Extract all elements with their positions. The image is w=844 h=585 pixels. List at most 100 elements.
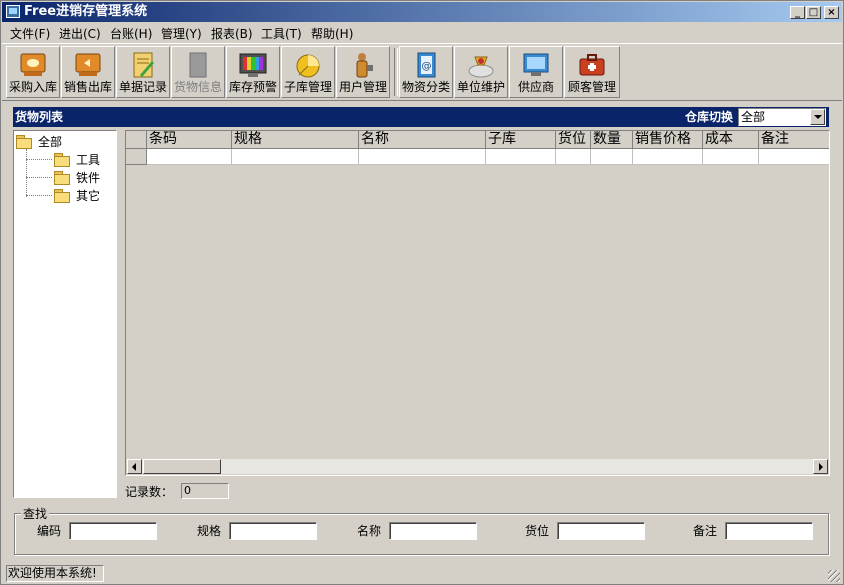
customer-button[interactable]: 顾客管理 bbox=[564, 46, 620, 98]
goods-info-button[interactable]: 货物信息 bbox=[171, 46, 225, 98]
sub-warehouse-icon bbox=[296, 54, 320, 78]
column-header-location[interactable]: 货位 bbox=[556, 131, 591, 149]
search-group-title: 查找 bbox=[21, 505, 50, 522]
spec-input[interactable] bbox=[229, 522, 317, 540]
scroll-left-button[interactable] bbox=[127, 459, 142, 474]
category-label: 物资分类 bbox=[401, 80, 450, 94]
documents-icon bbox=[133, 52, 154, 78]
table-cell[interactable] bbox=[703, 149, 759, 165]
goods-list-title: 货物列表 bbox=[15, 110, 64, 124]
app-icon[interactable] bbox=[6, 5, 20, 18]
close-button[interactable]: × bbox=[824, 6, 839, 19]
goods-grid[interactable]: 条码 规格 名称 子库 货位 数量 销售价格 成本 备注 bbox=[125, 130, 830, 476]
menu-help[interactable]: 帮助(H) bbox=[311, 25, 353, 42]
status-text: 欢迎使用本系统! bbox=[6, 565, 104, 582]
category-button[interactable]: @ 物资分类 bbox=[399, 46, 453, 98]
maximize-button[interactable]: □ bbox=[806, 6, 821, 19]
menu-ledger[interactable]: 台账(H) bbox=[110, 25, 152, 42]
unit-icon bbox=[468, 56, 494, 78]
column-header-barcode[interactable]: 条码 bbox=[147, 131, 232, 149]
table-cell[interactable] bbox=[232, 149, 359, 165]
sub-warehouse-label: 子库管理 bbox=[283, 80, 332, 94]
table-cell[interactable] bbox=[633, 149, 703, 165]
remark-input[interactable] bbox=[725, 522, 813, 540]
menu-report[interactable]: 报表(B) bbox=[211, 25, 253, 42]
column-header-name[interactable]: 名称 bbox=[359, 131, 486, 149]
folder-icon bbox=[54, 189, 70, 203]
user-admin-label: 用户管理 bbox=[338, 80, 387, 94]
tree-node-root[interactable]: 全部 bbox=[16, 134, 96, 150]
arrow-right-icon bbox=[819, 463, 823, 471]
folder-icon bbox=[54, 171, 70, 185]
purchase-in-label: 采购入库 bbox=[8, 80, 57, 94]
tree-node-tools[interactable]: 工具 bbox=[54, 152, 114, 168]
tree-node-label: 铁件 bbox=[76, 171, 101, 185]
column-header-price[interactable]: 销售价格 bbox=[633, 131, 703, 149]
goods-info-label: 货物信息 bbox=[173, 80, 222, 94]
table-cell[interactable] bbox=[591, 149, 633, 165]
record-count-value: 0 bbox=[181, 483, 229, 499]
purchase-in-button[interactable]: 采购入库 bbox=[6, 46, 60, 98]
user-admin-button[interactable]: 用户管理 bbox=[336, 46, 390, 98]
sales-out-icon bbox=[75, 53, 101, 76]
column-header-subwarehouse[interactable]: 子库 bbox=[486, 131, 556, 149]
column-header-quantity[interactable]: 数量 bbox=[591, 131, 633, 149]
svg-text:@: @ bbox=[422, 61, 432, 72]
column-header-spec[interactable]: 规格 bbox=[232, 131, 359, 149]
sales-out-button[interactable]: 销售出库 bbox=[61, 46, 115, 98]
sub-warehouse-button[interactable]: 子库管理 bbox=[281, 46, 335, 98]
stock-alert-button[interactable]: 库存预警 bbox=[226, 46, 280, 98]
stock-alert-label: 库存预警 bbox=[228, 80, 277, 94]
table-cell[interactable] bbox=[486, 149, 556, 165]
location-input[interactable] bbox=[557, 522, 645, 540]
customer-icon bbox=[579, 54, 605, 76]
horizontal-scrollbar[interactable] bbox=[127, 459, 828, 474]
supplier-icon bbox=[523, 53, 549, 76]
main-window: Free进销存管理系统 _ □ × 文件(F) 进出(C) 台账(H) 管理(Y… bbox=[0, 0, 844, 585]
goods-list-header: 货物列表 仓库切换 bbox=[13, 107, 829, 127]
tree-node-label: 其它 bbox=[76, 189, 101, 203]
status-bar: 欢迎使用本系统! bbox=[2, 564, 842, 584]
tree-node-other[interactable]: 其它 bbox=[54, 188, 114, 204]
code-label: 编码 bbox=[37, 524, 62, 538]
table-cell[interactable] bbox=[359, 149, 486, 165]
name-input[interactable] bbox=[389, 522, 477, 540]
chevron-down-icon[interactable] bbox=[810, 109, 825, 125]
scroll-right-button[interactable] bbox=[813, 459, 828, 474]
category-icon: @ bbox=[417, 52, 436, 78]
warehouse-select[interactable]: 全部 bbox=[738, 108, 826, 126]
remark-label: 备注 bbox=[693, 524, 718, 538]
code-input[interactable] bbox=[69, 522, 157, 540]
tree-line bbox=[26, 177, 52, 178]
column-header-cost[interactable]: 成本 bbox=[703, 131, 759, 149]
documents-button[interactable]: 单据记录 bbox=[116, 46, 170, 98]
folder-icon bbox=[54, 153, 70, 167]
table-cell[interactable] bbox=[556, 149, 591, 165]
tree-line bbox=[26, 159, 52, 160]
column-header-remark[interactable]: 备注 bbox=[759, 131, 829, 149]
supplier-button[interactable]: 供应商 bbox=[509, 46, 563, 98]
resize-grip-icon[interactable] bbox=[828, 570, 840, 582]
menu-file[interactable]: 文件(F) bbox=[10, 25, 50, 42]
toolbar-separator bbox=[394, 48, 398, 96]
title-bar[interactable]: Free进销存管理系统 _ □ × bbox=[2, 2, 842, 22]
minimize-button[interactable]: _ bbox=[790, 6, 805, 19]
tree-line bbox=[26, 149, 27, 197]
arrow-left-icon bbox=[132, 463, 136, 471]
table-cell[interactable] bbox=[147, 149, 232, 165]
customer-label: 顾客管理 bbox=[567, 80, 616, 94]
menu-manage[interactable]: 管理(Y) bbox=[161, 25, 202, 42]
sales-out-label: 销售出库 bbox=[63, 80, 112, 94]
table-cell[interactable] bbox=[759, 149, 829, 165]
scroll-thumb[interactable] bbox=[143, 459, 221, 474]
category-tree[interactable]: 全部 工具 铁件 其它 bbox=[13, 130, 117, 498]
unit-button[interactable]: 单位维护 bbox=[454, 46, 508, 98]
tree-node-iron[interactable]: 铁件 bbox=[54, 170, 114, 186]
record-count-label: 记录数： bbox=[125, 485, 174, 499]
row-header[interactable] bbox=[126, 149, 147, 165]
location-label: 货位 bbox=[525, 524, 550, 538]
menu-tools[interactable]: 工具(T) bbox=[261, 25, 302, 42]
stock-alert-icon bbox=[239, 53, 267, 77]
tree-line bbox=[26, 195, 52, 196]
menu-inout[interactable]: 进出(C) bbox=[59, 25, 101, 42]
